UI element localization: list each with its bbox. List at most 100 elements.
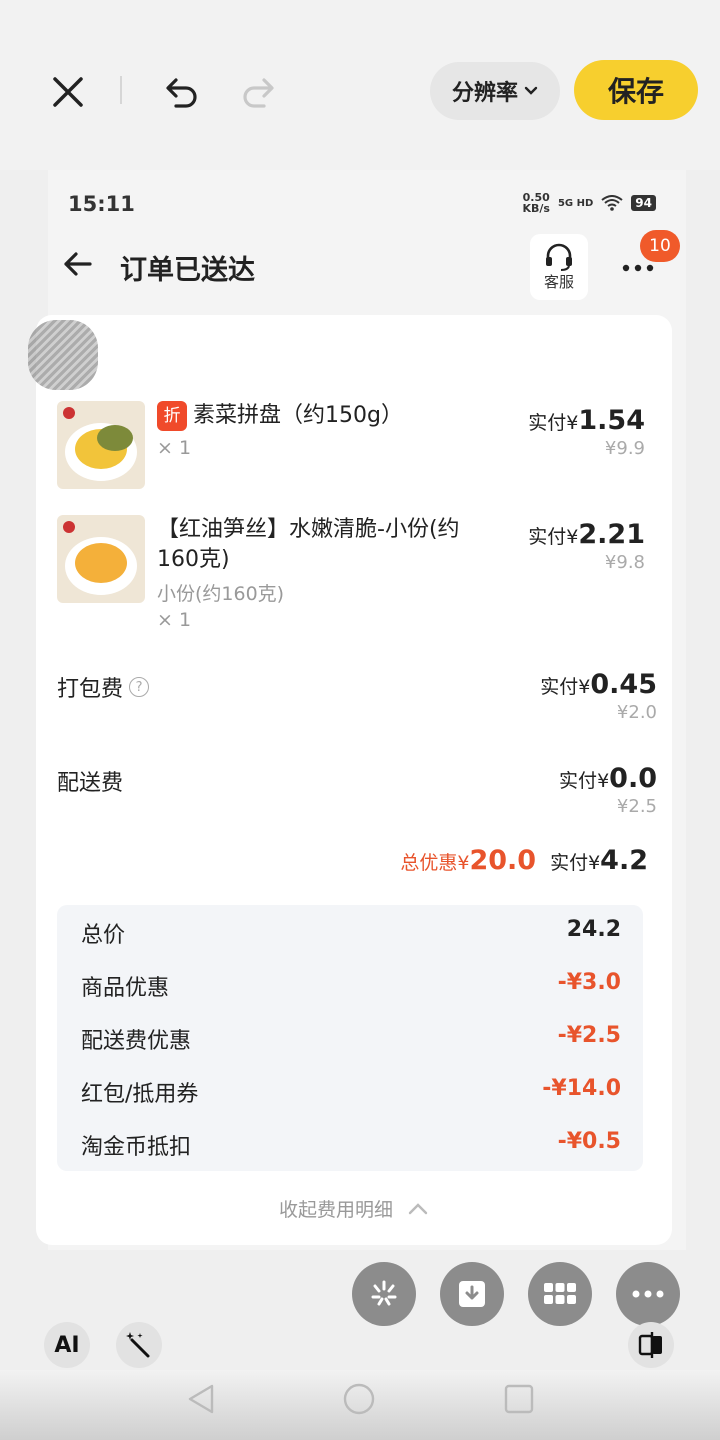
original-price: ¥9.8 xyxy=(604,552,645,573)
discount-tag: 折 xyxy=(157,401,187,431)
original-price: ¥9.9 xyxy=(604,438,645,459)
editor-toolbar: 分辨率 保存 xyxy=(0,0,720,170)
paid-label: 实付 xyxy=(528,526,567,548)
breakdown-label: 配送费优惠 xyxy=(81,1029,192,1054)
breakdown-value: -¥0.5 xyxy=(557,1129,621,1154)
undo-icon[interactable] xyxy=(154,66,206,118)
paid-value: 0.0 xyxy=(609,763,657,794)
network-type: 5G HD xyxy=(557,197,594,209)
packaging-fee-row: 打包费? 实付¥0.45 ¥2.0 xyxy=(57,665,657,735)
help-icon[interactable]: ? xyxy=(129,677,150,697)
breakdown-row: 配送费优惠 -¥2.5 xyxy=(81,1023,621,1055)
status-time: 15:11 xyxy=(68,192,135,216)
breakdown-label: 商品优惠 xyxy=(81,976,170,1001)
breakdown-row: 红包/抵用券 -¥14.0 xyxy=(81,1076,621,1108)
page-title: 订单已送达 xyxy=(120,255,255,286)
ai-button[interactable]: AI xyxy=(44,1322,90,1368)
chevron-down-icon xyxy=(524,86,538,95)
collapse-label: 收起费用明细 xyxy=(278,1199,393,1221)
fee-breakdown: 总价 24.2 商品优惠 -¥3.0 配送费优惠 -¥2.5 红包/抵用券 -¥14.0… xyxy=(57,905,643,1171)
more-icon xyxy=(632,1290,664,1298)
currency-symbol: ¥ xyxy=(578,676,591,698)
breakdown-label: 红包/抵用券 xyxy=(81,1082,199,1107)
grid-icon xyxy=(544,1283,576,1304)
redo-icon[interactable] xyxy=(234,66,286,118)
paid-label: 实付¥ xyxy=(550,852,601,874)
more-options-button[interactable] xyxy=(616,1262,680,1326)
headset-icon xyxy=(546,243,572,271)
back-nav-icon[interactable] xyxy=(184,1382,218,1416)
fee-price: 实付¥0.0 ¥2.5 xyxy=(559,763,657,817)
order-header: 订单已送达 客服 10 xyxy=(48,230,686,304)
product-price: 实付¥2.21 ¥9.8 xyxy=(528,519,645,573)
breakdown-value: -¥3.0 xyxy=(557,970,621,995)
notification-badge: 10 xyxy=(640,230,680,262)
paid-value: 1.54 xyxy=(578,405,645,436)
product-image xyxy=(57,401,145,489)
resolution-label: 分辨率 xyxy=(451,81,518,106)
list-item[interactable]: 【红油笋丝】水嫩清脆-小份(约160克) 小份(约160克) × 1 实付¥2.… xyxy=(57,515,657,645)
product-image xyxy=(57,515,145,603)
wifi-icon xyxy=(601,195,623,211)
battery-level: 94 xyxy=(631,195,656,211)
breakdown-row: 商品优惠 -¥3.0 xyxy=(81,970,621,1002)
status-icons: 0.50 KB/s 5G HD 94 xyxy=(522,192,656,214)
paid-label: 实付 xyxy=(540,676,579,698)
currency-symbol: ¥ xyxy=(597,770,610,792)
back-arrow-icon[interactable] xyxy=(58,244,98,284)
close-icon[interactable] xyxy=(42,66,94,118)
fee-price: 实付¥0.45 ¥2.0 xyxy=(540,669,657,723)
save-button[interactable]: 保存 xyxy=(574,60,698,120)
discount-value: 20.0 xyxy=(469,845,537,876)
delivery-fee-row: 配送费 实付¥0.0 ¥2.5 xyxy=(57,759,657,829)
system-navigation-bar xyxy=(0,1370,720,1440)
compare-icon xyxy=(638,1332,662,1358)
customer-service-label: 客服 xyxy=(543,272,574,291)
breakdown-value: -¥14.0 xyxy=(542,1076,621,1101)
total-discount: 总优惠¥20.0 xyxy=(400,845,536,876)
breakdown-row: 淘金币抵扣 -¥0.5 xyxy=(81,1129,621,1161)
order-total: 总优惠¥20.0 实付¥4.2 xyxy=(400,845,648,876)
spinner-icon xyxy=(371,1280,397,1306)
breakdown-value: -¥2.5 xyxy=(557,1023,621,1048)
product-quantity: × 1 xyxy=(157,437,192,459)
compare-button[interactable] xyxy=(628,1322,674,1368)
magic-wand-icon xyxy=(126,1332,150,1358)
paid-value: 4.2 xyxy=(600,845,648,876)
fee-label: 配送费 xyxy=(57,771,124,796)
currency-symbol: ¥ xyxy=(566,526,579,548)
original-price: ¥2.5 xyxy=(616,796,657,817)
magic-wand-button[interactable] xyxy=(116,1322,162,1368)
speed-unit: KB/s xyxy=(522,202,550,215)
order-detail-card: 折素菜拼盘（约150g） × 1 实付¥1.54 ¥9.9 【红油笋丝】水嫩清脆… xyxy=(28,315,672,1245)
redaction-scribble xyxy=(28,320,98,390)
product-name-text: 素菜拼盘（约150g） xyxy=(193,403,403,428)
resolution-dropdown[interactable]: 分辨率 xyxy=(430,62,560,120)
list-item[interactable]: 折素菜拼盘（约150g） × 1 实付¥1.54 ¥9.9 xyxy=(57,401,657,501)
breakdown-value: 24.2 xyxy=(566,917,621,942)
product-name: 折素菜拼盘（约150g） xyxy=(157,401,477,431)
product-name: 【红油笋丝】水嫩清脆-小份(约160克) xyxy=(157,517,460,572)
toolbar-divider xyxy=(120,76,122,104)
product-spec: 小份(约160克) xyxy=(157,583,285,605)
product-quantity: × 1 xyxy=(157,609,192,631)
paid-value: 2.21 xyxy=(578,519,645,550)
discount-label: 总优惠¥ xyxy=(400,852,470,874)
screenshot-canvas: 15:11 0.50 KB/s 5G HD 94 订单已送达 客服 10 折 素… xyxy=(28,170,686,1250)
download-icon xyxy=(459,1281,485,1307)
currency-symbol: ¥ xyxy=(566,412,579,434)
breakdown-label: 淘金币抵扣 xyxy=(81,1135,192,1160)
download-button[interactable] xyxy=(440,1262,504,1326)
breakdown-label: 总价 xyxy=(81,923,126,948)
paid-label: 实付 xyxy=(559,770,598,792)
network-speed: 0.50 KB/s xyxy=(522,192,549,214)
fee-label: 打包费 xyxy=(57,677,124,702)
home-nav-icon[interactable] xyxy=(342,1382,376,1416)
loading-spinner-button[interactable] xyxy=(352,1262,416,1326)
paid-label: 实付 xyxy=(528,412,567,434)
collapse-details-button[interactable]: 收起费用明细 xyxy=(36,1195,672,1222)
paid-value: 0.45 xyxy=(590,669,657,700)
recents-nav-icon[interactable] xyxy=(502,1382,536,1416)
customer-service-button[interactable]: 客服 xyxy=(530,234,588,300)
grid-button[interactable] xyxy=(528,1262,592,1326)
